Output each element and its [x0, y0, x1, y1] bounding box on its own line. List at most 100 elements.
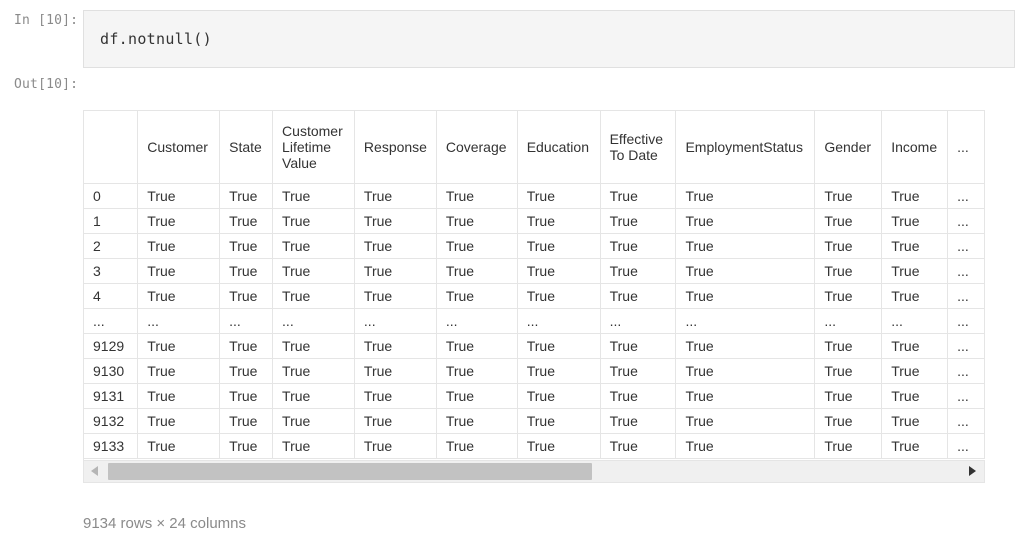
- table-cell: True: [881, 408, 949, 434]
- table-cell: ...: [947, 333, 985, 359]
- table-cell: ...: [600, 308, 677, 334]
- table-cell: True: [600, 433, 677, 459]
- table-cell: True: [436, 408, 518, 434]
- table-cell: True: [219, 433, 274, 459]
- table-cell: True: [814, 433, 883, 459]
- table-cell: True: [219, 283, 274, 309]
- table-cell: ...: [354, 308, 437, 334]
- scroll-left-arrow-icon[interactable]: [91, 466, 98, 476]
- code-cell[interactable]: df.notnull(): [83, 10, 1015, 68]
- table-cell: ...: [947, 408, 985, 434]
- table-cell: True: [517, 258, 601, 284]
- column-header: EmploymentStatus: [675, 111, 816, 184]
- table-cell: True: [219, 258, 274, 284]
- row-index: 2: [84, 233, 139, 259]
- scroll-right-arrow-icon[interactable]: [969, 466, 976, 476]
- table-cell: True: [436, 258, 518, 284]
- dataframe-table: Customer State Customer Lifetime Value Resp…: [84, 111, 985, 459]
- table-cell: True: [881, 358, 949, 384]
- table-cell: True: [814, 333, 883, 359]
- table-cell: True: [137, 333, 221, 359]
- row-index: 9132: [84, 408, 139, 434]
- table-cell: True: [137, 258, 221, 284]
- table-cell: True: [814, 208, 883, 234]
- table-cell: True: [814, 183, 883, 209]
- table-cell: True: [272, 433, 355, 459]
- table-cell: True: [814, 383, 883, 409]
- column-header: Income: [881, 111, 949, 184]
- table-cell: True: [675, 433, 816, 459]
- table-cell: True: [517, 283, 601, 309]
- table-cell: True: [354, 333, 437, 359]
- table-row: ....................................: [84, 308, 985, 334]
- table-cell: True: [675, 358, 816, 384]
- table-row: 9131 True True True True True True True True True…: [84, 383, 985, 409]
- table-cell: True: [272, 408, 355, 434]
- table-cell: True: [354, 408, 437, 434]
- scroll-thumb[interactable]: [108, 463, 592, 480]
- index-header: [84, 111, 139, 184]
- table-cell: True: [354, 433, 437, 459]
- table-cell: True: [137, 433, 221, 459]
- row-index: 0: [84, 183, 139, 209]
- table-cell: True: [881, 383, 949, 409]
- table-cell: True: [881, 233, 949, 259]
- table-cell: ...: [947, 383, 985, 409]
- column-header: Response: [354, 111, 437, 184]
- table-row: 2 True True True True True True True True True Tru…: [84, 233, 985, 259]
- table-cell: True: [600, 258, 677, 284]
- table-cell: ...: [814, 308, 883, 334]
- table-cell: ...: [272, 308, 355, 334]
- table-cell: True: [354, 383, 437, 409]
- table-cell: True: [272, 383, 355, 409]
- table-cell: True: [137, 208, 221, 234]
- table-cell: True: [219, 183, 274, 209]
- table-cell: True: [675, 183, 816, 209]
- table-cell: True: [600, 183, 677, 209]
- table-cell: True: [814, 283, 883, 309]
- table-cell: True: [354, 283, 437, 309]
- table-cell: True: [814, 408, 883, 434]
- table-cell: True: [436, 233, 518, 259]
- table-cell: True: [814, 358, 883, 384]
- table-cell: True: [436, 333, 518, 359]
- table-cell: True: [137, 233, 221, 259]
- table-cell: True: [600, 233, 677, 259]
- table-row: 9132 True True True True True True True True True…: [84, 408, 985, 434]
- table-cell: True: [600, 283, 677, 309]
- table-cell: True: [219, 208, 274, 234]
- dataframe-shape-summary: 9134 rows × 24 columns: [83, 515, 247, 532]
- table-cell: True: [675, 233, 816, 259]
- table-cell: True: [272, 358, 355, 384]
- table-cell: ...: [947, 433, 985, 459]
- row-index: 9130: [84, 358, 139, 384]
- table-cell: True: [137, 358, 221, 384]
- table-cell: True: [219, 358, 274, 384]
- horizontal-scrollbar[interactable]: [83, 460, 985, 483]
- table-cell: True: [675, 258, 816, 284]
- table-cell: True: [600, 333, 677, 359]
- column-header: ...: [947, 111, 985, 184]
- table-row: 9130 True True True True True True True True True…: [84, 358, 985, 384]
- column-header: Effective To Date: [600, 111, 677, 184]
- table-cell: True: [814, 258, 883, 284]
- table-cell: True: [219, 383, 274, 409]
- table-cell: True: [137, 183, 221, 209]
- output-prompt: Out[10]:: [14, 77, 79, 92]
- table-row: 0 True True True True True True True True True Tru…: [84, 183, 985, 209]
- column-header: Customer: [137, 111, 221, 184]
- code-text[interactable]: df.notnull(): [100, 30, 212, 48]
- column-header: Education: [517, 111, 601, 184]
- table-cell: True: [517, 183, 601, 209]
- column-header: Customer Lifetime Value: [272, 111, 355, 184]
- table-cell: ...: [947, 258, 985, 284]
- table-cell: ...: [947, 208, 985, 234]
- table-cell: True: [354, 208, 437, 234]
- table-cell: ...: [881, 308, 949, 334]
- row-index: 3: [84, 258, 139, 284]
- row-index: 9133: [84, 433, 139, 459]
- table-cell: True: [219, 333, 274, 359]
- table-cell: ...: [436, 308, 518, 334]
- row-index: 4: [84, 283, 139, 309]
- table-cell: ...: [517, 308, 601, 334]
